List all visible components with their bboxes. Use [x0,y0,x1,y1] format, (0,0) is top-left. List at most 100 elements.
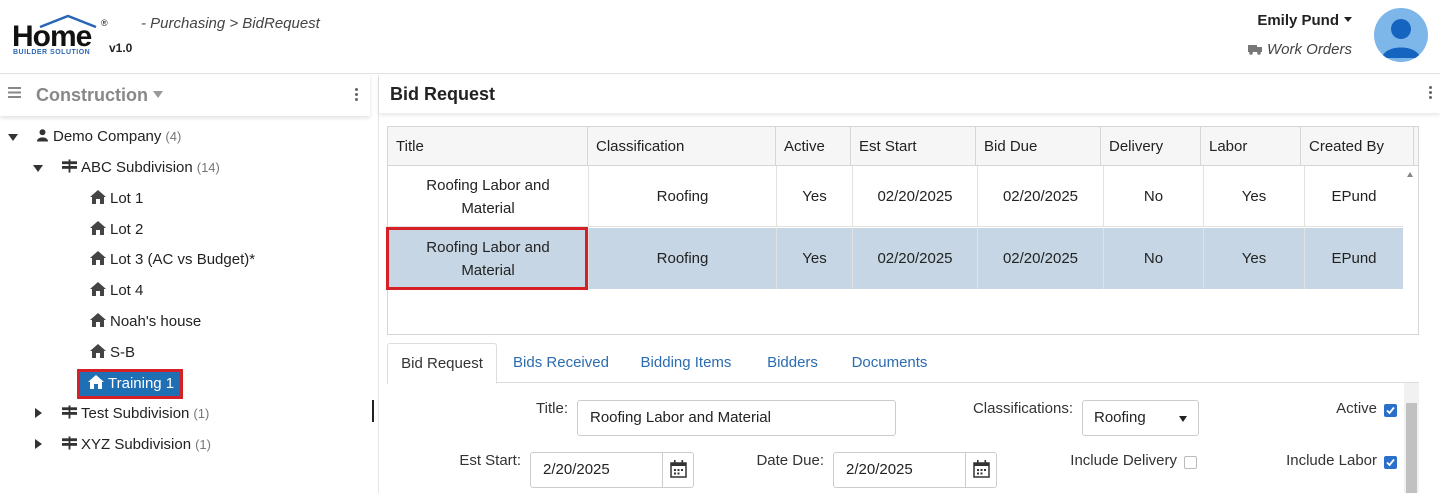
column-header-active[interactable]: Active [776,127,851,166]
house-icon [90,344,106,358]
tab-bidders[interactable]: Bidders [755,343,830,384]
truck-icon [1247,45,1262,55]
title-input[interactable]: Roofing Labor and Material [577,400,896,436]
cell-est-start: 02/20/2025 [853,166,978,227]
user-avatar-icon [1382,19,1420,58]
tree-node-lot[interactable]: Noah's house [90,310,201,334]
sidebar-title[interactable]: Construction [36,85,148,106]
tree-node-lot[interactable]: Lot 4 [90,279,143,303]
check-icon [1386,406,1395,415]
form-scrollbar[interactable] [1404,383,1419,493]
column-header-est-start[interactable]: Est Start [851,127,976,166]
expand-company-icon[interactable] [8,134,18,141]
tab-documents[interactable]: Documents [842,343,937,384]
house-icon [88,375,104,389]
tree-node-abc-subdivision[interactable]: ABC Subdivision (14) [62,156,220,180]
cell-bid-due: 02/20/2025 [978,166,1104,227]
date-due-input[interactable]: 2/20/2025 [833,452,997,488]
tree-label: Lot 2 [110,221,144,238]
table-row-selected[interactable]: Roofing Labor and Material Roofing Yes 02… [386,227,1418,290]
tree-node-lot[interactable]: Lot 2 [90,218,143,242]
cell-classification: Roofing [589,166,777,227]
cell-created-by: EPund [1331,250,1377,267]
sidebar-header: Construction [0,75,370,116]
tree-count: (1) [193,406,210,421]
est-start-value: 2/20/2025 [543,461,610,478]
user-name: Emily Pund [1257,12,1339,29]
tree-node-lot[interactable]: S-B [90,341,135,365]
scroll-up-icon[interactable] [1407,172,1413,177]
tree-node-test-subdivision[interactable]: Test Subdivision (1) [62,402,209,426]
cell-bid-due: 02/20/2025 [978,228,1104,289]
house-icon [90,282,106,296]
tree-label: ABC Subdivision [81,159,193,176]
column-header-labor[interactable]: Labor [1201,127,1301,166]
grid-scrollbar[interactable] [1403,166,1418,334]
expand-subdivision-icon[interactable] [33,165,43,172]
title-line: Material [461,199,515,217]
tree-node-demo-company[interactable]: Demo Company (4) [36,125,181,149]
cell-delivery: No [1104,228,1204,289]
chevron-down-icon [1179,416,1187,422]
est-start-label: Est Start: [459,452,521,469]
expand-subdivision-icon[interactable] [35,439,42,449]
column-header-bid-due[interactable]: Bid Due [976,127,1101,166]
column-header-created-by[interactable]: Created By [1301,127,1414,166]
breadcrumb: - Purchasing > BidRequest [141,15,320,32]
expand-subdivision-icon[interactable] [35,408,42,418]
pane-splitter-handle[interactable] [372,400,374,422]
table-row[interactable]: Roofing Labor and Material Roofing Yes 02… [388,166,1418,227]
scrollbar-thumb[interactable] [1406,403,1417,493]
hamburger-icon[interactable] [8,87,21,98]
main-more-icon[interactable] [1429,86,1433,102]
classifications-select[interactable]: Roofing [1082,400,1199,436]
tab-bidding-items[interactable]: Bidding Items [631,343,741,384]
column-header-classification[interactable]: Classification [588,127,776,166]
column-header-delivery[interactable]: Delivery [1101,127,1201,166]
main-panel: Bid Request Title Classification Active … [379,75,1440,493]
est-start-input[interactable]: 2/20/2025 [530,452,694,488]
cell-labor: Yes [1204,166,1305,227]
calendar-icon [973,460,990,478]
include-labor-checkbox[interactable] [1384,456,1397,469]
cell-est-start: 02/20/2025 [853,228,978,289]
work-orders-link[interactable]: Work Orders [1247,41,1352,58]
cell-labor: Yes [1204,228,1305,289]
tree-node-lot[interactable]: Lot 1 [90,187,143,211]
app-logo[interactable]: Home ® BUILDER SOLUTION v1.0 [10,14,135,60]
calendar-button[interactable] [965,453,996,487]
tab-bid-request[interactable]: Bid Request [387,343,497,384]
calendar-button[interactable] [662,453,693,487]
tree-node-lot[interactable]: Lot 3 (AC vs Budget)* [90,248,255,272]
logo-subtext: BUILDER SOLUTION [13,49,91,56]
person-icon [36,129,49,142]
tree-label: Demo Company [53,128,162,145]
sidebar: Construction Demo Company (4) ABC Subdivi… [0,75,370,493]
column-header-title[interactable]: Title [388,127,588,166]
include-delivery-checkbox[interactable] [1184,456,1197,469]
date-due-value: 2/20/2025 [846,461,913,478]
user-avatar[interactable] [1374,8,1428,62]
active-checkbox[interactable] [1384,404,1397,417]
date-due-label: Date Due: [756,452,824,469]
tab-bids-received[interactable]: Bids Received [505,343,617,384]
sidebar-more-icon[interactable] [355,88,359,104]
work-orders-label: Work Orders [1266,41,1352,58]
tree-label: Noah's house [110,313,202,330]
tree-count: (14) [196,160,220,175]
chevron-down-icon[interactable] [153,91,163,98]
tree-label: Lot 1 [110,190,144,207]
include-delivery-label: Include Delivery [1070,452,1177,469]
cell-title: Roofing Labor and Material [388,166,589,227]
grid-header: Title Classification Active Est Start Bi… [388,127,1418,166]
tree-label: Lot 4 [110,282,144,299]
house-icon [90,190,106,204]
tree-node-xyz-subdivision[interactable]: XYZ Subdivision (1) [62,433,211,457]
title-label: Title: [536,400,568,417]
user-menu[interactable]: Emily Pund [1257,12,1352,29]
calendar-icon [670,460,687,478]
main-header: Bid Request [379,75,1440,113]
tree-node-lot-selected[interactable]: Training 1 [77,369,184,399]
signpost-icon [62,159,77,173]
tree-label: XYZ Subdivision [81,436,192,453]
